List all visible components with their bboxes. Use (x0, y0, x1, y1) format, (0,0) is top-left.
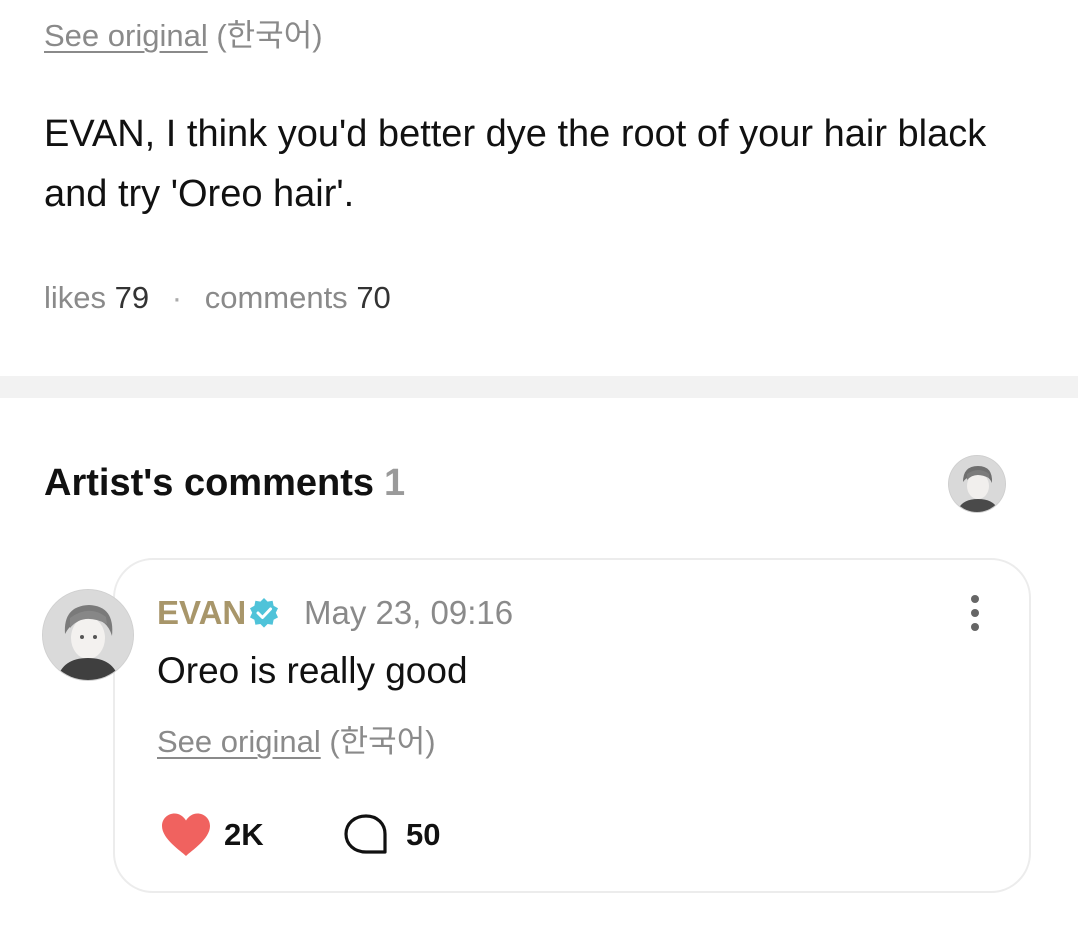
artist-comments-count: 1 (384, 462, 406, 504)
see-original-link[interactable]: See original (157, 724, 321, 759)
likes-label: likes (44, 280, 107, 315)
like-count: 2K (224, 817, 264, 852)
comment-text: Oreo is really good (157, 650, 468, 691)
stats-separator: · (171, 280, 183, 315)
more-options-icon[interactable] (958, 592, 992, 636)
verified-badge-icon (250, 598, 278, 628)
comment-see-original[interactable]: See original (한국어) (157, 716, 436, 761)
artist-comments-heading: Artist's comments 1 (44, 462, 405, 505)
artist-comments-title: Artist's comments (44, 462, 375, 504)
heart-icon (162, 813, 210, 856)
like-button[interactable]: 2K (160, 810, 264, 860)
post-see-original[interactable]: See original (한국어) (44, 10, 323, 55)
comments-count: 70 (356, 280, 391, 315)
comment-bubble-icon (344, 814, 387, 854)
comment-author-avatar[interactable] (43, 590, 133, 680)
artist-avatar-small[interactable] (949, 456, 1005, 512)
comments-label: comments (204, 280, 348, 315)
likes-count: 79 (114, 280, 150, 315)
reply-button[interactable]: 50 (342, 810, 440, 860)
reply-count: 50 (406, 817, 441, 852)
comment-author-name[interactable]: EVAN (157, 594, 246, 632)
comment-timestamp: May 23, 09:16 (304, 594, 514, 631)
see-original-link[interactable]: See original (44, 18, 208, 53)
original-language-label: (한국어) (329, 724, 436, 759)
post-text: EVAN, I think you'd better dye the root … (44, 113, 987, 215)
section-divider (0, 376, 1078, 398)
original-language-label: (한국어) (216, 18, 323, 53)
avatar-portrait (949, 456, 1005, 512)
post-stats: likes 79 · comments 70 (44, 280, 391, 316)
avatar-portrait (43, 590, 133, 680)
